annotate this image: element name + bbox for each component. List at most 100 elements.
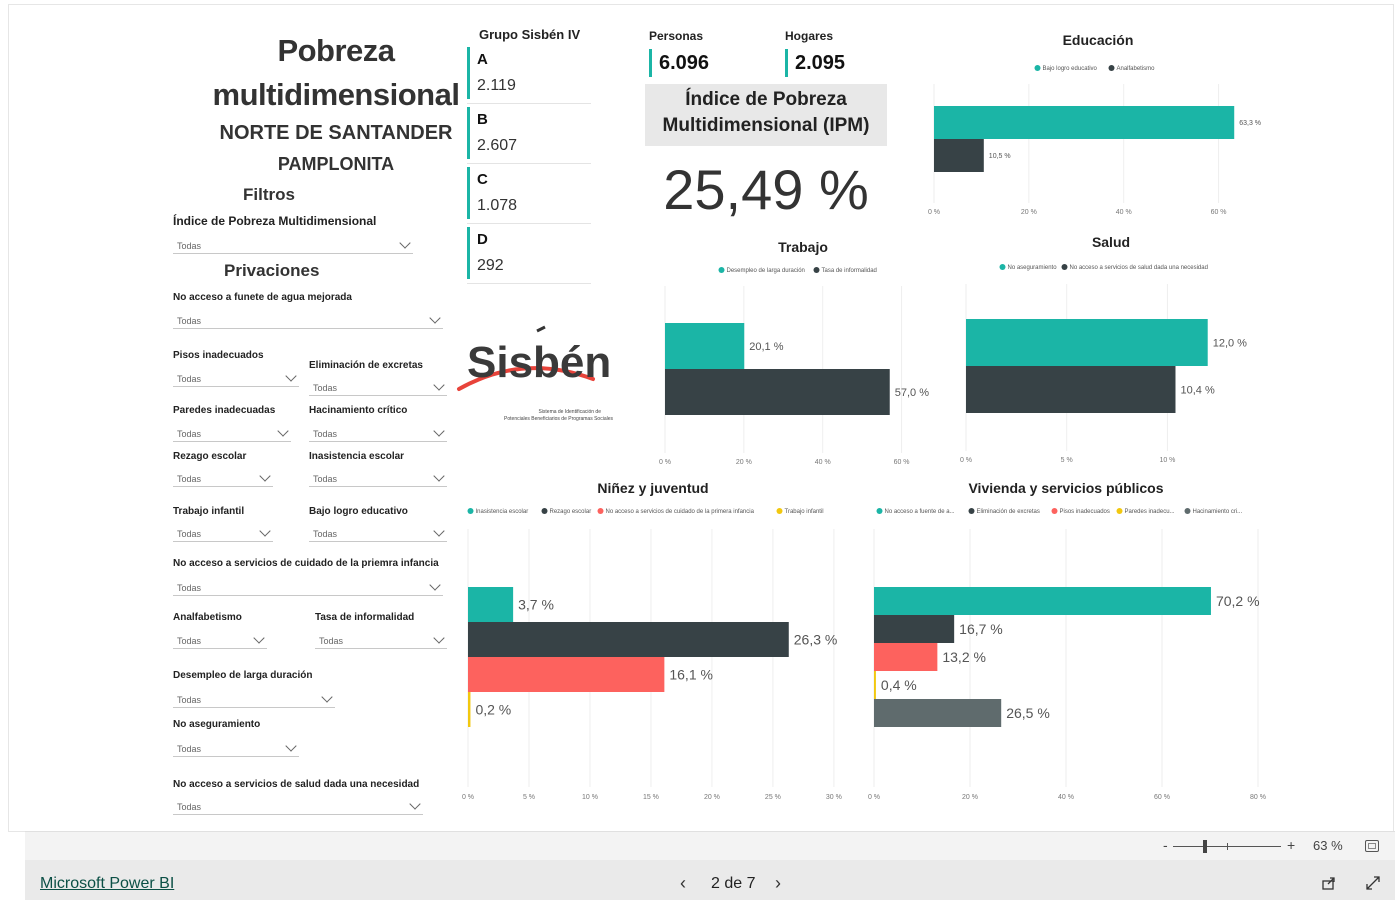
filter-label-desempleo: Desempleo de larga duración xyxy=(173,670,313,681)
chart-legend: Bajo logro educativo Analfabetismo xyxy=(1034,65,1155,72)
filter-dropdown-informalidad[interactable]: Todas xyxy=(315,631,447,649)
municipality-label: PAMPLONITA xyxy=(277,154,395,174)
fit-to-page-icon[interactable] xyxy=(1365,840,1379,852)
filter-label-paredes: Paredes inadecuadas xyxy=(173,405,276,416)
sisben-card-d: D 292 xyxy=(467,227,591,284)
x-tick-label: 60 % xyxy=(1154,794,1170,801)
filter-label-primera-infancia: No acceso a servicios de cuidado de la p… xyxy=(173,558,439,569)
privations-heading: Privaciones xyxy=(224,261,320,280)
legend-dot xyxy=(1061,264,1068,270)
legend-item: Inasistencia escolar xyxy=(467,508,528,515)
bar xyxy=(468,657,665,692)
ipm-filter-value: Todas xyxy=(177,241,202,251)
logo-wordmark: Sisbén xyxy=(467,338,611,387)
data-label: 57,0 % xyxy=(895,387,929,399)
bar xyxy=(966,366,1176,413)
data-label: 26,5 % xyxy=(1006,705,1050,721)
filter-dropdown-paredes[interactable]: Todas xyxy=(173,424,291,442)
zoom-out-button[interactable]: - xyxy=(1163,837,1168,853)
legend-label: Hacinamiento cri... xyxy=(1193,509,1243,515)
zoom-tick xyxy=(1227,843,1228,850)
legend-dot xyxy=(876,508,883,514)
legend-item: No acceso a servicios de cuidado de la p… xyxy=(597,508,755,515)
group-value: 1.078 xyxy=(477,197,518,214)
chevron-down-icon xyxy=(433,379,445,391)
chevron-down-icon xyxy=(259,525,271,537)
prev-page-button[interactable]: ‹ xyxy=(680,873,686,894)
next-page-button[interactable]: › xyxy=(775,873,781,894)
sisben-logo: Sisbén Sistema de Identificación de Pote… xyxy=(453,323,623,433)
data-label: 10,5 % xyxy=(989,153,1011,160)
powerbi-link[interactable]: Microsoft Power BI xyxy=(40,875,174,893)
page-indicator: 2 de 7 xyxy=(711,875,756,892)
filter-value: Todas xyxy=(177,695,202,705)
filters-heading: Filtros xyxy=(243,185,295,204)
x-tick-label: 80 % xyxy=(1250,794,1266,801)
filter-dropdown-salud-necesidad[interactable]: Todas xyxy=(173,797,423,815)
group-value: 2.607 xyxy=(477,137,518,154)
legend-item: No acceso a fuente de a... xyxy=(876,508,955,515)
legend-item: Trabajo infantil xyxy=(776,508,824,515)
chart-title: Educación xyxy=(1063,32,1134,48)
data-label: 3,7 % xyxy=(518,596,554,612)
legend-dot xyxy=(1034,65,1041,71)
bar xyxy=(665,369,890,415)
legend-item: Bajo logro educativo xyxy=(1034,65,1098,72)
chart-title: Salud xyxy=(1092,234,1130,250)
nav-bar xyxy=(25,860,1395,900)
x-tick-label: 25 % xyxy=(765,794,781,801)
legend-label: Pisos inadecuados xyxy=(1060,509,1110,515)
ipm-title-card: Índice de Pobreza Multidimensional (IPM) xyxy=(645,84,887,146)
filter-value: Todas xyxy=(177,636,202,646)
legend-dot xyxy=(1108,65,1115,71)
chart-legend: No aseguramiento No acceso a servicios de… xyxy=(999,264,1208,271)
legend-dot xyxy=(968,508,975,514)
x-tick-label: 0 % xyxy=(928,209,940,216)
share-icon[interactable] xyxy=(1321,875,1337,891)
filter-value: Todas xyxy=(177,529,202,539)
x-tick-label: 20 % xyxy=(1021,209,1037,216)
bar xyxy=(874,615,955,643)
hogares-label: Hogares xyxy=(785,29,834,43)
x-tick-label: 60 % xyxy=(894,459,910,465)
ipm-filter-dropdown[interactable]: Todas xyxy=(173,236,413,254)
filter-label-salud-necesidad: No acceso a servicios de salud dada una … xyxy=(173,779,420,790)
data-label: 26,3 % xyxy=(794,631,838,647)
filter-label-pisos: Pisos inadecuados xyxy=(173,350,264,361)
filter-dropdown-primera-infancia[interactable]: Todas xyxy=(173,578,443,596)
fullscreen-icon[interactable] xyxy=(1365,875,1381,891)
bar xyxy=(874,671,876,699)
teal-accent xyxy=(467,107,470,159)
legend-dot xyxy=(541,508,548,514)
data-label: 13,2 % xyxy=(942,649,986,665)
legend-label: No acceso a servicios de salud dada una … xyxy=(1070,265,1208,271)
zoom-in-button[interactable]: + xyxy=(1287,837,1295,853)
chart-ninez: Niñez y juventud Inasistencia escolar Reza… xyxy=(462,480,842,801)
ipm-title-line1: Índice de Pobreza xyxy=(685,89,847,110)
filter-label-bajo-logro: Bajo logro educativo xyxy=(309,506,408,517)
bar xyxy=(665,323,745,369)
filter-dropdown-analfabetismo[interactable]: Todas xyxy=(173,631,267,649)
data-label: 12,0 % xyxy=(1213,337,1247,349)
teal-accent xyxy=(467,47,470,99)
chevron-down-icon xyxy=(277,425,289,437)
filter-dropdown-hacinamiento[interactable]: Todas xyxy=(309,424,447,442)
filter-dropdown-agua[interactable]: Todas xyxy=(173,311,443,329)
legend-item: Desempleo de larga duración xyxy=(718,267,805,274)
filter-dropdown-inasistencia[interactable]: Todas xyxy=(309,469,447,487)
filter-dropdown-excretas[interactable]: Todas xyxy=(309,378,447,396)
filter-label-analfabetismo: Analfabetismo xyxy=(173,612,242,623)
filter-dropdown-bajo-logro[interactable]: Todas xyxy=(309,524,447,542)
zoom-slider-thumb[interactable] xyxy=(1203,840,1208,853)
group-letter: D xyxy=(477,231,488,248)
filter-dropdown-rezago[interactable]: Todas xyxy=(173,469,273,487)
chevron-down-icon xyxy=(433,470,445,482)
department-label: NORTE DE SANTANDER xyxy=(219,122,453,144)
filter-dropdown-trabajo-infantil[interactable]: Todas xyxy=(173,524,273,542)
filter-dropdown-desempleo[interactable]: Todas xyxy=(173,690,335,708)
filter-dropdown-pisos[interactable]: Todas xyxy=(173,369,299,387)
filter-label-informalidad: Tasa de informalidad xyxy=(315,612,415,623)
x-tick-label: 40 % xyxy=(1058,794,1074,801)
filter-dropdown-aseguramiento[interactable]: Todas xyxy=(173,739,299,757)
svg-text:Sistema de Identificación de: Sistema de Identificación de xyxy=(538,409,601,415)
